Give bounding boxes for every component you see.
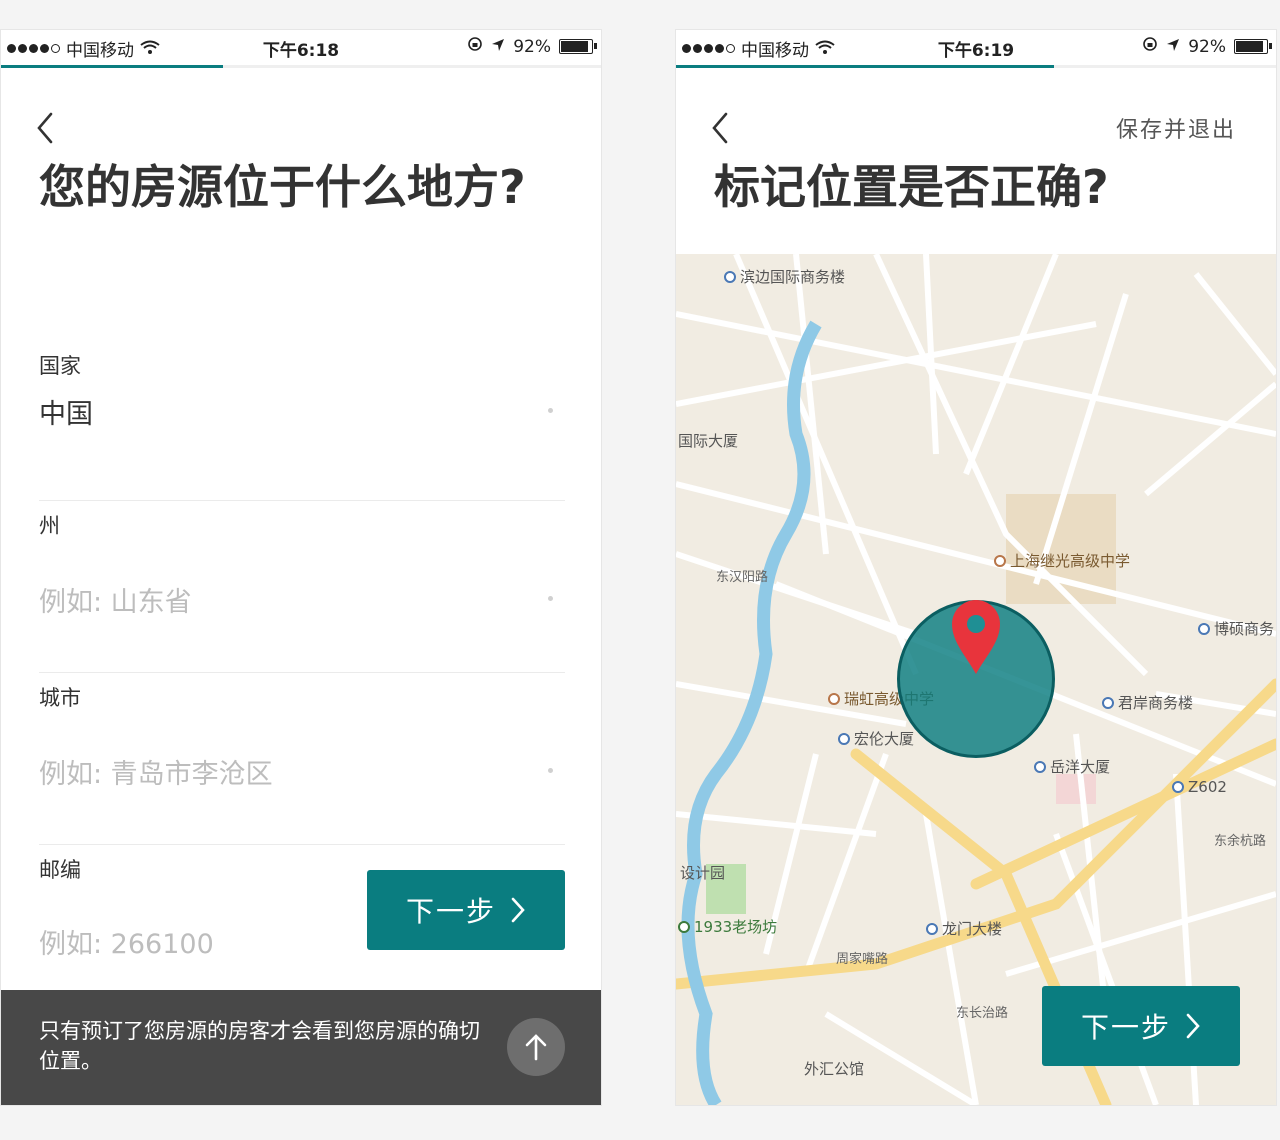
map-poi[interactable]: 宏伦大厦 xyxy=(838,728,914,749)
chevron-left-icon xyxy=(37,112,53,144)
back-button[interactable] xyxy=(706,106,746,150)
postal-code-label: 邮编 xyxy=(39,858,81,882)
progress-bar xyxy=(676,65,1276,68)
city-field[interactable]: 城市 例如: 青岛市李沧区 xyxy=(39,672,565,845)
back-button[interactable] xyxy=(31,106,71,150)
save-and-exit-link[interactable]: 保存并退出 xyxy=(1116,112,1236,144)
confirm-location-screen: 中国移动 下午6:19 92% 保存并退出 标记位置是否正确? 滨边国际商务楼 … xyxy=(676,30,1276,1105)
progress-bar xyxy=(1,65,601,68)
map-street-label: 东余杭路 xyxy=(1214,834,1267,849)
dropdown-indicator-icon xyxy=(548,596,553,601)
next-button-label: 下一步 xyxy=(405,895,496,928)
city-label: 城市 xyxy=(39,686,81,710)
map-poi[interactable]: 岳洋大厦 xyxy=(1034,756,1110,777)
battery-percent: 92% xyxy=(513,36,551,57)
scroll-up-button[interactable] xyxy=(507,1018,565,1076)
city-input[interactable]: 例如: 青岛市李沧区 xyxy=(39,752,273,791)
poi-marker-icon xyxy=(926,922,938,935)
rotation-lock-icon xyxy=(1142,36,1158,57)
chevron-left-icon xyxy=(712,112,728,144)
poi-marker-icon xyxy=(724,270,736,283)
school-icon xyxy=(994,554,1006,567)
state-label: 州 xyxy=(39,514,60,538)
park-icon xyxy=(678,920,690,933)
privacy-tooltip-text: 只有预订了您房源的房客才会看到您房源的确切位置。 xyxy=(39,1019,480,1073)
state-input[interactable]: 例如: 山东省 xyxy=(39,580,192,619)
map-poi[interactable]: 滨边国际商务楼 xyxy=(724,266,845,287)
status-bar: 中国移动 下午6:18 92% xyxy=(1,30,601,66)
map-pin-icon[interactable] xyxy=(948,596,1004,676)
map-poi[interactable]: 君岸商务楼 xyxy=(1102,692,1193,713)
status-right: 92% xyxy=(1142,36,1272,57)
battery-percent: 92% xyxy=(1188,36,1226,57)
status-bar: 中国移动 下午6:19 92% xyxy=(676,30,1276,66)
next-button-label: 下一步 xyxy=(1080,1011,1171,1044)
location-form-screen: 中国移动 下午6:18 92% 您的房源位于什么地方? 国家 中国 州 例如: … xyxy=(1,30,601,1105)
map-street-label: 东长治路 xyxy=(956,1006,1009,1021)
country-label: 国家 xyxy=(39,354,81,378)
chevron-right-icon xyxy=(511,897,525,923)
poi-marker-icon xyxy=(1102,696,1114,709)
next-button[interactable]: 下一步 xyxy=(1042,986,1240,1066)
poi-marker-icon xyxy=(1198,622,1210,635)
map-poi-school[interactable]: 上海继光高级中学 xyxy=(994,550,1130,571)
map-street-label: 周家嘴路 xyxy=(836,952,889,967)
map-poi[interactable]: 外汇公馆 xyxy=(804,1058,864,1079)
chevron-right-icon xyxy=(1186,1013,1200,1039)
map-view[interactable]: 滨边国际商务楼 国际大厦 上海继光高级中学 博硕商务 君岸商务楼 瑞虹高级中学 … xyxy=(676,254,1276,1105)
arrow-up-icon xyxy=(525,1034,547,1061)
country-field[interactable]: 国家 中国 xyxy=(39,344,565,501)
map-poi[interactable]: 龙门大楼 xyxy=(926,918,1002,939)
page-title: 您的房源位于什么地方? xyxy=(39,160,526,214)
map-street-label: 东汉阳路 xyxy=(716,570,769,585)
location-arrow-icon xyxy=(1166,37,1180,57)
status-right: 92% xyxy=(467,36,597,57)
poi-marker-icon xyxy=(1034,760,1046,773)
rotation-lock-icon xyxy=(467,36,483,57)
country-value[interactable]: 中国 xyxy=(39,392,93,431)
battery-icon xyxy=(1234,39,1272,54)
dropdown-indicator-icon xyxy=(548,768,553,773)
map-poi[interactable]: 博硕商务 xyxy=(1198,618,1274,639)
map-poi[interactable]: 设计园 xyxy=(680,862,725,883)
postal-code-input[interactable]: 例如: 266100 xyxy=(39,922,214,961)
poi-marker-icon xyxy=(838,732,850,745)
map-poi[interactable]: Z602 xyxy=(1172,778,1227,796)
page-title: 标记位置是否正确? xyxy=(714,160,1109,214)
next-button[interactable]: 下一步 xyxy=(367,870,565,950)
map-poi[interactable]: 国际大厦 xyxy=(678,430,738,451)
map-poi-park[interactable]: 1933老场坊 xyxy=(678,916,777,937)
poi-marker-icon xyxy=(1172,781,1184,793)
school-icon xyxy=(828,692,840,705)
battery-icon xyxy=(559,39,597,54)
state-field[interactable]: 州 例如: 山东省 xyxy=(39,500,565,673)
dropdown-indicator-icon xyxy=(548,408,553,413)
location-arrow-icon xyxy=(491,37,505,57)
